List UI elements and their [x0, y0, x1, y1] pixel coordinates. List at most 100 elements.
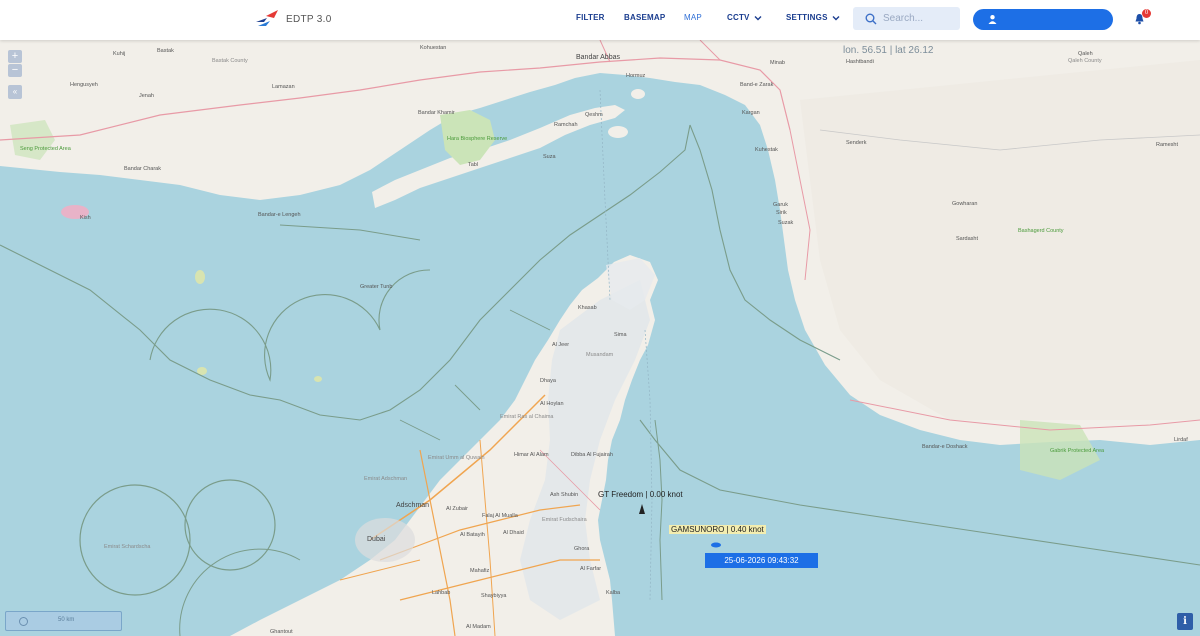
place-label: Senderk: [846, 140, 867, 146]
brand[interactable]: EDTP 3.0: [254, 8, 332, 30]
place-label: Greater Tunb: [360, 284, 392, 290]
place-label: Kuhestak: [755, 147, 778, 153]
user-menu-button[interactable]: [973, 9, 1113, 30]
place-label: Gowharan: [952, 201, 977, 207]
place-label: Garuk: [773, 202, 788, 208]
place-label: Sardasht: [956, 236, 978, 242]
place-label: Bandar Abbas: [576, 54, 620, 61]
zoom-out-button[interactable]: −: [8, 64, 22, 77]
place-label: Al Hoylan: [540, 401, 564, 407]
notifications-button[interactable]: 0: [1134, 9, 1151, 30]
place-label: Kuhij: [113, 51, 125, 57]
nav-basemap[interactable]: BASEMAP: [624, 13, 665, 22]
place-label: Hara Biosphere Reserve: [447, 136, 507, 142]
place-label: Sima: [614, 332, 627, 338]
notification-badge: 0: [1142, 9, 1151, 18]
place-label: Minab: [770, 60, 785, 66]
place-label: Qeshm: [585, 112, 603, 118]
place-label: Tabl: [468, 162, 478, 168]
place-label: Emirat Fudschaira: [542, 517, 588, 523]
nav-settings[interactable]: SETTINGS: [786, 13, 840, 22]
scale-bar: 50 km: [5, 611, 122, 631]
place-label: Ramchah: [554, 122, 578, 128]
scale-origin-icon: [19, 617, 28, 626]
nav-settings-label: SETTINGS: [786, 13, 828, 22]
info-button[interactable]: i: [1177, 613, 1193, 630]
place-label: Dhaya: [540, 378, 557, 384]
place-label: Emirat Schardscha: [104, 544, 151, 550]
top-navigation-bar: EDTP 3.0 FILTER BASEMAP MAP CCTV SETTING…: [0, 0, 1200, 40]
vessel-label[interactable]: GT Freedom | 0.00 knot: [598, 490, 683, 499]
search-box[interactable]: [853, 7, 960, 30]
place-label: Al Zubair: [446, 506, 468, 512]
vessel-marker-icon[interactable]: [711, 542, 721, 548]
place-label: Sirik: [776, 210, 787, 216]
place-label: Lirdaf: [1174, 437, 1188, 443]
place-label: Al Farfar: [580, 566, 601, 572]
place-label: Dibba Al Fujairah: [571, 452, 613, 458]
vessel-timestamp: 25-06-2026 09:43:32: [705, 553, 818, 568]
place-label: Emirat Umm al Quwain: [428, 455, 485, 461]
place-label: Bandar-e Doshack: [922, 444, 968, 450]
place-label: Qaleh County: [1068, 58, 1102, 64]
place-label: Suza: [543, 154, 556, 160]
place-label: Lamazan: [272, 84, 295, 90]
place-label: Bandar Khamir: [418, 110, 455, 116]
place-label: Ash Shubin: [550, 492, 578, 498]
place-label: Kohuestan: [420, 45, 446, 51]
place-label: Himar Al Alam: [514, 452, 549, 458]
place-label: Hashtbandi: [846, 59, 874, 65]
place-label: Hormuz: [626, 73, 646, 79]
place-label: Falaj Al Mualla: [482, 513, 519, 519]
nav-cctv-label: CCTV: [727, 13, 750, 22]
place-label: Gabrik Protected Area: [1050, 448, 1105, 454]
chevron-down-icon: [754, 15, 762, 20]
place-label: Kalba: [606, 590, 621, 596]
search-icon: [865, 13, 877, 24]
place-label: Al Batayih: [460, 532, 485, 538]
place-label: Bastak: [157, 48, 174, 54]
place-label: Ghantout: [270, 629, 293, 635]
search-input[interactable]: [883, 13, 953, 24]
place-label: Mahafiz: [470, 568, 490, 574]
place-label: Al Madam: [466, 624, 491, 630]
nav-cctv[interactable]: CCTV: [727, 13, 762, 22]
place-label: Al Dhaid: [503, 530, 524, 536]
place-label: Emirat Ras al Chaima: [500, 414, 554, 420]
zoom-in-button[interactable]: +: [8, 50, 22, 63]
place-label: Bandar Charak: [124, 166, 161, 172]
nav-filter[interactable]: FILTER: [576, 13, 605, 22]
app-title: EDTP 3.0: [286, 13, 332, 25]
vessel-label[interactable]: GAMSUNORO | 0.40 knot: [669, 525, 766, 534]
zoom-controls: + −: [8, 50, 22, 78]
place-label: Dubai: [367, 536, 386, 543]
place-label: Khasab: [578, 305, 597, 311]
map-canvas[interactable]: Bandar Abbas Hormuz Bandar Khamir Ramcha…: [0, 40, 1200, 636]
chevron-down-icon: [832, 15, 840, 20]
place-label: Kish: [80, 215, 91, 221]
cursor-coordinates: lon. 56.51 | lat 26.12: [843, 45, 934, 56]
nav-map[interactable]: MAP: [684, 13, 702, 22]
place-label: Bastak County: [212, 58, 248, 64]
basemap-tiles: Bandar Abbas Hormuz Bandar Khamir Ramcha…: [0, 40, 1200, 636]
place-label: Suzak: [778, 220, 794, 226]
place-label: Musandam: [586, 352, 614, 358]
place-label: Qaleh: [1078, 51, 1093, 57]
collapse-panel-button[interactable]: «: [8, 85, 22, 99]
place-label: Seng Protected Area: [20, 146, 72, 152]
place-label: Bandar-e Lengeh: [258, 212, 301, 218]
place-label: Band-e Zarak: [740, 82, 774, 88]
place-label: Emirat Adschman: [364, 476, 407, 482]
place-label: Adschman: [396, 502, 429, 509]
scale-label: 50 km: [58, 617, 75, 623]
place-label: Lahbab: [432, 590, 450, 596]
place-label: Ghora: [574, 546, 590, 552]
place-label: Ramesht: [1156, 142, 1178, 148]
place-label: Shaybiyya: [481, 593, 507, 599]
place-label: Bashagerd County: [1018, 228, 1064, 234]
place-label: Hengusyeh: [70, 82, 98, 88]
brand-logo-icon: [256, 10, 278, 26]
user-icon: [988, 15, 997, 24]
place-label: Jenah: [139, 93, 154, 99]
place-label: Al Jeer: [552, 342, 569, 348]
